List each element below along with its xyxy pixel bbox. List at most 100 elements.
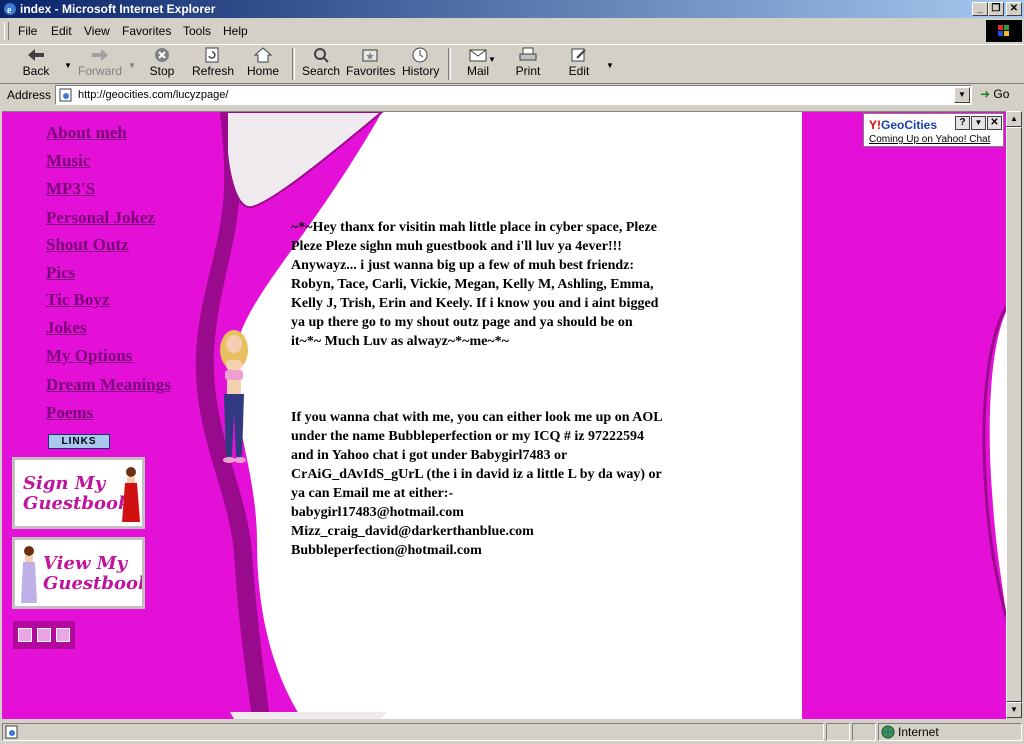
- geocities-close-button[interactable]: ✕: [987, 116, 1002, 130]
- status-pane: [826, 723, 850, 741]
- geocities-logo: Y!GeoCities: [869, 118, 938, 132]
- email-2: Mizz_craig_david@darkerthanblue.com: [291, 524, 534, 539]
- ie-logo-icon: e: [4, 3, 16, 16]
- guestbook-doll-icon: [122, 467, 140, 522]
- geocities-dropdown-button[interactable]: ▼: [971, 116, 986, 130]
- page-viewport: About meh Music MP3'S Personal Jokez Sho…: [2, 111, 1006, 719]
- print-button[interactable]: Print: [514, 47, 542, 78]
- mail-icon: [469, 49, 487, 62]
- welcome-message: ~*~Hey thanx for visitin mah little plac…: [291, 218, 666, 351]
- window-title: index - Microsoft Internet Explorer: [20, 2, 216, 16]
- menu-edit[interactable]: Edit: [51, 24, 72, 38]
- nav-link-about-meh[interactable]: About meh: [46, 123, 127, 143]
- history-icon: [412, 47, 428, 63]
- menu-help[interactable]: Help: [223, 24, 248, 38]
- edit-icon: [571, 48, 586, 62]
- forward-button[interactable]: Forward: [78, 47, 122, 78]
- favorites-icon: [362, 49, 378, 62]
- view-guestbook-button[interactable]: View My Guestbook: [12, 537, 145, 609]
- scroll-thumb[interactable]: [1006, 127, 1022, 702]
- svg-text:e: e: [7, 5, 12, 16]
- geocities-help-button[interactable]: ?: [955, 116, 970, 130]
- page-status-icon: [5, 725, 18, 739]
- welcome-paragraph: ~*~Hey thanx for visitin mah little plac…: [291, 220, 659, 349]
- address-dropdown-icon[interactable]: ▼: [954, 87, 970, 103]
- menu-file[interactable]: File: [18, 24, 37, 38]
- status-pane: [852, 723, 876, 741]
- links-button[interactable]: LINKS: [48, 434, 110, 449]
- menu-favorites[interactable]: Favorites: [122, 24, 171, 38]
- stop-button[interactable]: Stop: [148, 47, 176, 78]
- nav-link-poems[interactable]: Poems: [46, 403, 93, 423]
- internet-globe-icon: [881, 725, 895, 739]
- home-icon: [253, 47, 273, 63]
- status-bar: Internet: [0, 721, 1024, 744]
- address-bar: Address http://geocities.com/lucyzpage/ …: [0, 83, 1024, 107]
- zone-label: Internet: [898, 725, 939, 739]
- standard-toolbar: Back ▼ Forward ▼ Stop Refresh Home Searc…: [0, 44, 1024, 84]
- home-button[interactable]: Home: [246, 47, 280, 78]
- toolbar-separator: [292, 48, 295, 80]
- search-icon: [314, 48, 329, 63]
- back-button[interactable]: Back: [20, 47, 52, 78]
- refresh-icon: [205, 47, 219, 63]
- search-button[interactable]: Search: [302, 47, 340, 78]
- email-1: babygirl17483@hotmail.com: [291, 505, 464, 520]
- nav-link-dream-meanings[interactable]: Dream Meanings: [46, 375, 171, 395]
- title-bar: e index - Microsoft Internet Explorer _ …: [0, 0, 1024, 18]
- scroll-down-button[interactable]: ▼: [1006, 702, 1022, 718]
- forward-dropdown-icon[interactable]: ▼: [128, 61, 136, 70]
- forward-arrow-icon: [92, 49, 108, 61]
- menu-view[interactable]: View: [84, 24, 110, 38]
- history-button[interactable]: History: [402, 47, 439, 78]
- browser-window: e index - Microsoft Internet Explorer _ …: [0, 0, 1024, 744]
- mail-dropdown-icon[interactable]: ▼: [488, 55, 496, 64]
- yahoo-chat-link[interactable]: Coming Up on Yahoo! Chat: [869, 134, 990, 145]
- address-url: http://geocities.com/lucyzpage/: [78, 89, 229, 101]
- nav-link-tic-boyz[interactable]: Tic Boyz: [46, 290, 109, 310]
- edit-button[interactable]: Edit: [566, 47, 592, 78]
- vertical-scrollbar[interactable]: ▲ ▼: [1006, 111, 1022, 718]
- windows-logo-icon: [986, 20, 1022, 42]
- contact-paragraph: If you wanna chat with me, you can eithe…: [291, 410, 662, 501]
- back-dropdown-icon[interactable]: ▼: [64, 61, 72, 70]
- address-input[interactable]: http://geocities.com/lucyzpage/ ▼: [55, 85, 972, 105]
- edit-dropdown-icon[interactable]: ▼: [606, 61, 614, 70]
- nav-link-my-options[interactable]: My Options: [46, 346, 132, 366]
- counter-digit-icon: [37, 628, 51, 642]
- address-label: Address: [7, 88, 52, 102]
- contact-message: If you wanna chat with me, you can eithe…: [291, 408, 666, 560]
- geocities-badge: Y!GeoCities ? ▼ ✕ Coming Up on Yahoo! Ch…: [863, 113, 1004, 147]
- minimize-button[interactable]: _: [972, 2, 988, 16]
- counter-digit-icon: [18, 628, 32, 642]
- nav-link-jokes[interactable]: Jokes: [46, 318, 87, 338]
- back-arrow-icon: [28, 49, 44, 61]
- counter-digit-icon: [56, 628, 70, 642]
- email-3: Bubbleperfection@hotmail.com: [291, 543, 482, 558]
- refresh-button[interactable]: Refresh: [192, 47, 234, 78]
- close-window-button[interactable]: ✕: [1006, 2, 1022, 16]
- menu-grip: [4, 22, 9, 40]
- nav-link-music[interactable]: Music: [46, 151, 90, 171]
- toolbar-separator: [448, 48, 451, 80]
- menu-bar: File Edit View Favorites Tools Help: [0, 19, 1024, 43]
- menu-tools[interactable]: Tools: [183, 24, 211, 38]
- go-button[interactable]: ➜ Go: [980, 87, 1009, 101]
- scroll-up-button[interactable]: ▲: [1006, 111, 1022, 127]
- favorites-button[interactable]: Favorites: [346, 47, 395, 78]
- print-icon: [519, 47, 537, 61]
- sign-guestbook-button[interactable]: Sign My Guestbook: [12, 457, 145, 529]
- nav-link-mp3s[interactable]: MP3'S: [46, 179, 95, 199]
- page-icon: [59, 88, 72, 102]
- go-arrow-icon: ➜: [980, 87, 991, 101]
- nav-link-personal-jokez[interactable]: Personal Jokez: [46, 208, 155, 228]
- stop-icon: [155, 48, 169, 62]
- guestbook-doll-icon: [21, 546, 37, 603]
- nav-link-shout-outz[interactable]: Shout Outz: [46, 235, 129, 255]
- view-guestbook-label: View My Guestbook: [43, 553, 145, 594]
- maximize-button[interactable]: ❐: [988, 2, 1004, 16]
- sign-guestbook-label: Sign My Guestbook: [23, 473, 131, 514]
- counter-icons: [13, 621, 75, 649]
- status-message-pane: [2, 723, 824, 741]
- nav-link-pics[interactable]: Pics: [46, 263, 75, 283]
